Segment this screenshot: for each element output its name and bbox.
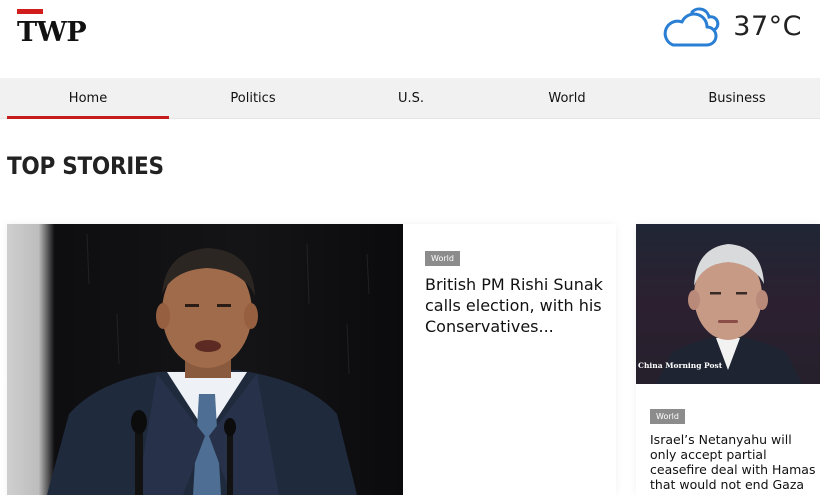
nav-item-world[interactable]: World (516, 78, 618, 118)
section-title: TOP STORIES (7, 152, 164, 180)
story-headline[interactable]: Israel’s Netanyahu will only accept part… (650, 432, 820, 495)
main-nav: Home Politics U.S. World Business (0, 78, 820, 119)
nav-item-business[interactable]: Business (680, 78, 794, 118)
image-watermark: China Morning Post (638, 361, 723, 370)
story-headline[interactable]: British PM Rishi Sunak calls election, w… (425, 274, 605, 337)
category-tag[interactable]: World (425, 251, 460, 266)
logo-accent-bar (17, 9, 43, 14)
weather-temperature: 37°C (733, 10, 802, 42)
story-side-photo[interactable]: China Morning Post (636, 224, 820, 384)
story-card-main[interactable]: World British PM Rishi Sunak calls elect… (7, 224, 616, 495)
nav-item-home[interactable]: Home (7, 78, 169, 119)
story-card-side[interactable]: China Morning Post World Israel’s Netany… (636, 224, 820, 495)
cloud-icon (663, 7, 720, 47)
category-tag[interactable]: World (650, 409, 685, 424)
nav-item-politics[interactable]: Politics (192, 78, 314, 118)
nav-item-us[interactable]: U.S. (360, 78, 462, 118)
site-logo[interactable]: TWP (17, 9, 97, 49)
story-main-photo[interactable] (7, 224, 403, 495)
logo-text: TWP (17, 17, 87, 48)
story-side-body: World Israel’s Netanyahu will only accep… (650, 404, 820, 495)
weather-widget: 37°C (659, 0, 802, 52)
story-main-body: World British PM Rishi Sunak calls elect… (425, 246, 605, 337)
